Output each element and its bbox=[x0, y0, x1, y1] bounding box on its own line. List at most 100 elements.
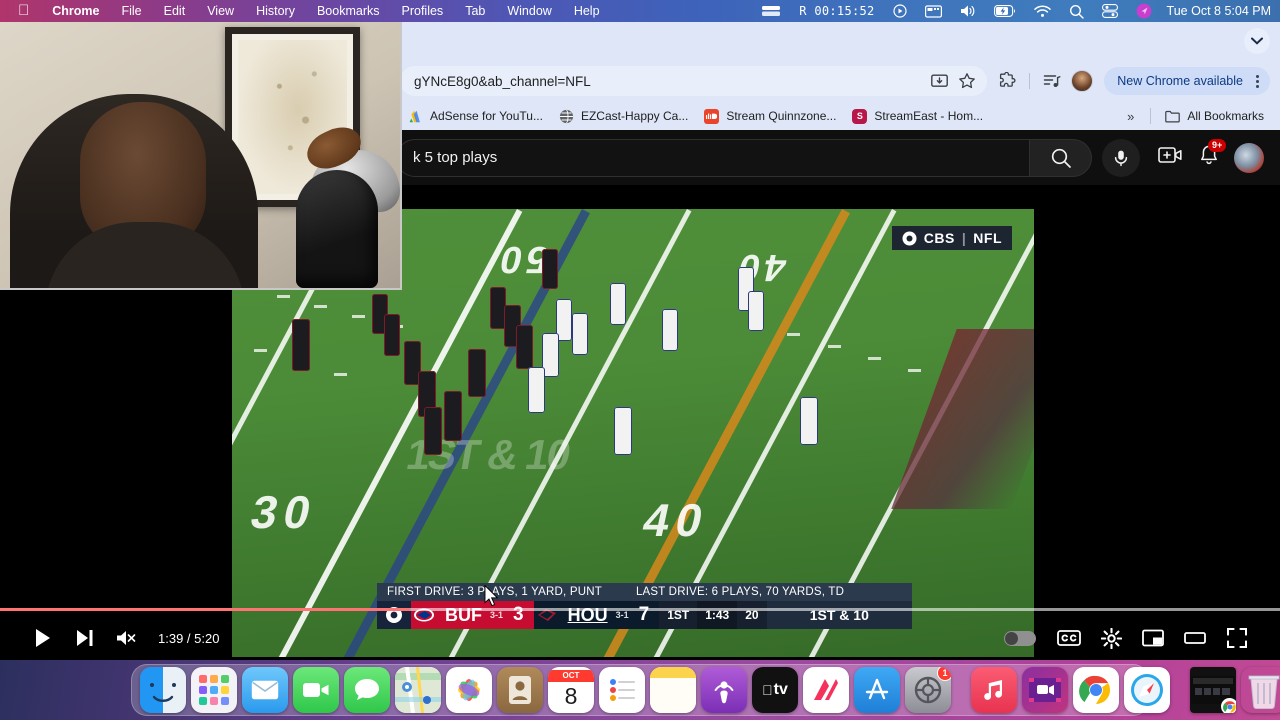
youtube-search-area: k 5 top plays bbox=[396, 138, 1140, 177]
player-marker bbox=[614, 407, 632, 455]
settings-update-badge: 1 bbox=[937, 667, 951, 681]
screen-recording-icon[interactable] bbox=[752, 4, 790, 18]
miniplayer-icon[interactable] bbox=[1132, 617, 1174, 659]
extensions-puzzle-icon[interactable] bbox=[993, 67, 1021, 95]
media-playlist-icon[interactable] bbox=[1038, 67, 1066, 95]
player-controls-right bbox=[992, 617, 1258, 659]
dock-item-appletv[interactable]: tv bbox=[752, 667, 798, 713]
menu-window[interactable]: Window bbox=[496, 0, 562, 22]
play-circle-icon[interactable] bbox=[884, 4, 916, 18]
bookmark-ezcast[interactable]: EZCast-Happy Ca... bbox=[551, 106, 696, 127]
video-progress-bar[interactable] bbox=[0, 608, 1280, 611]
bookmark-adsense[interactable]: AdSense for YouTu... bbox=[400, 106, 551, 127]
next-video-icon[interactable] bbox=[64, 617, 106, 659]
all-bookmarks-label: All Bookmarks bbox=[1187, 109, 1264, 123]
search-button[interactable] bbox=[1030, 138, 1092, 177]
closed-captions-icon[interactable] bbox=[1048, 617, 1090, 659]
calendar-day: 8 bbox=[564, 683, 578, 709]
bookmarks-overflow-icon[interactable]: » bbox=[1117, 109, 1144, 124]
webcam-overlay[interactable] bbox=[0, 22, 402, 290]
chrome-badge-icon bbox=[1222, 699, 1236, 713]
address-bar[interactable]: gYNcE8g0&ab_channel=NFL bbox=[400, 66, 988, 96]
dock-item-reminders[interactable] bbox=[599, 667, 645, 713]
streameast-icon: S bbox=[852, 108, 868, 124]
settings-gear-icon[interactable] bbox=[1090, 617, 1132, 659]
dock-item-facetime[interactable] bbox=[293, 667, 339, 713]
soundcloud-icon bbox=[704, 108, 720, 124]
drive-summary-row: FIRST DRIVE: 3 PLAYS, 1 YARD, PUNT LAST … bbox=[377, 583, 912, 601]
menu-edit[interactable]: Edit bbox=[153, 0, 197, 22]
volume-muted-icon[interactable] bbox=[106, 617, 148, 659]
display-icon[interactable] bbox=[916, 4, 951, 18]
menu-profiles[interactable]: Profiles bbox=[391, 0, 455, 22]
install-app-icon[interactable] bbox=[925, 67, 953, 95]
menu-chrome[interactable]: Chrome bbox=[41, 0, 110, 22]
dock-item-mail[interactable] bbox=[242, 667, 288, 713]
chevron-down-icon[interactable] bbox=[1244, 28, 1270, 54]
menubar-clock[interactable]: Tue Oct 8 5:04 PM bbox=[1161, 0, 1271, 22]
notification-count-badge: 9+ bbox=[1208, 139, 1227, 152]
fullscreen-icon[interactable] bbox=[1216, 617, 1258, 659]
microphone-prop bbox=[296, 170, 378, 288]
dock-item-system-settings[interactable]: 1 bbox=[905, 667, 951, 713]
mouse-cursor bbox=[484, 584, 499, 611]
all-bookmarks-button[interactable]: All Bookmarks bbox=[1157, 106, 1272, 127]
menu-history[interactable]: History bbox=[245, 0, 306, 22]
dock-item-calendar[interactable]: OCT 8 bbox=[548, 667, 594, 713]
dock-item-screen-recorder[interactable] bbox=[1022, 667, 1068, 713]
account-avatar-icon[interactable] bbox=[1234, 142, 1264, 173]
dock-item-maps[interactable] bbox=[395, 667, 441, 713]
update-pill-label: New Chrome available bbox=[1117, 74, 1243, 88]
apple-menu-icon[interactable]:  bbox=[10, 1, 41, 21]
control-center-icon[interactable] bbox=[1093, 4, 1127, 18]
youtube-header-actions: 9+ bbox=[1158, 139, 1264, 173]
spotlight-search-icon[interactable] bbox=[1060, 4, 1093, 19]
chrome-menu-kebab-icon[interactable] bbox=[1249, 74, 1266, 88]
menu-help[interactable]: Help bbox=[563, 0, 611, 22]
dock-item-appstore[interactable] bbox=[854, 667, 900, 713]
voice-search-button[interactable] bbox=[1102, 138, 1140, 177]
battery-charging-icon[interactable] bbox=[985, 5, 1025, 17]
time-display: 1:39 / 5:20 bbox=[158, 630, 220, 646]
menu-bookmarks[interactable]: Bookmarks bbox=[306, 0, 391, 22]
profile-avatar-icon[interactable] bbox=[1068, 67, 1096, 95]
endzone-graphic bbox=[891, 329, 1034, 509]
bookmark-streameast[interactable]: S StreamEast - Hom... bbox=[844, 106, 991, 127]
chrome-update-button[interactable]: New Chrome available bbox=[1104, 67, 1270, 95]
dock-item-launchpad[interactable] bbox=[191, 667, 237, 713]
dock-minimized-window[interactable] bbox=[1190, 667, 1236, 713]
dock-item-podcasts[interactable] bbox=[701, 667, 747, 713]
siri-icon[interactable] bbox=[1127, 3, 1161, 19]
dock-item-music[interactable] bbox=[971, 667, 1017, 713]
theater-mode-icon[interactable] bbox=[1174, 617, 1216, 659]
dock-item-notes[interactable] bbox=[650, 667, 696, 713]
bookmark-label: Stream Quinnzone... bbox=[726, 109, 837, 123]
search-input[interactable]: k 5 top plays bbox=[396, 138, 1030, 177]
dock-item-safari[interactable] bbox=[1124, 667, 1170, 713]
create-video-icon[interactable] bbox=[1158, 145, 1184, 170]
wifi-icon[interactable] bbox=[1025, 5, 1060, 18]
menu-tab[interactable]: Tab bbox=[454, 0, 496, 22]
calendar-month: OCT bbox=[548, 670, 594, 682]
dock-item-trash[interactable] bbox=[1241, 667, 1280, 713]
player-marker bbox=[516, 325, 533, 369]
volume-icon[interactable] bbox=[951, 4, 985, 18]
menu-file[interactable]: File bbox=[110, 0, 152, 22]
bookmark-star-icon[interactable] bbox=[953, 67, 981, 95]
menu-view[interactable]: View bbox=[196, 0, 245, 22]
search-input-value: k 5 top plays bbox=[413, 149, 498, 166]
dock-item-photos[interactable] bbox=[446, 667, 492, 713]
dock-item-finder[interactable] bbox=[140, 667, 186, 713]
autoplay-toggle[interactable] bbox=[1004, 630, 1036, 646]
player-marker bbox=[528, 367, 545, 413]
bookmark-label: EZCast-Happy Ca... bbox=[580, 109, 689, 123]
dock-item-news[interactable] bbox=[803, 667, 849, 713]
play-icon[interactable] bbox=[22, 617, 64, 659]
dock-item-messages[interactable] bbox=[344, 667, 390, 713]
notification-bell-icon[interactable]: 9+ bbox=[1198, 139, 1227, 171]
bookmark-stream-quinnzone[interactable]: Stream Quinnzone... bbox=[696, 106, 844, 127]
player-marker bbox=[800, 397, 818, 445]
dock-item-chrome[interactable] bbox=[1073, 667, 1119, 713]
dock-item-contacts[interactable] bbox=[497, 667, 543, 713]
player-marker bbox=[468, 349, 486, 397]
